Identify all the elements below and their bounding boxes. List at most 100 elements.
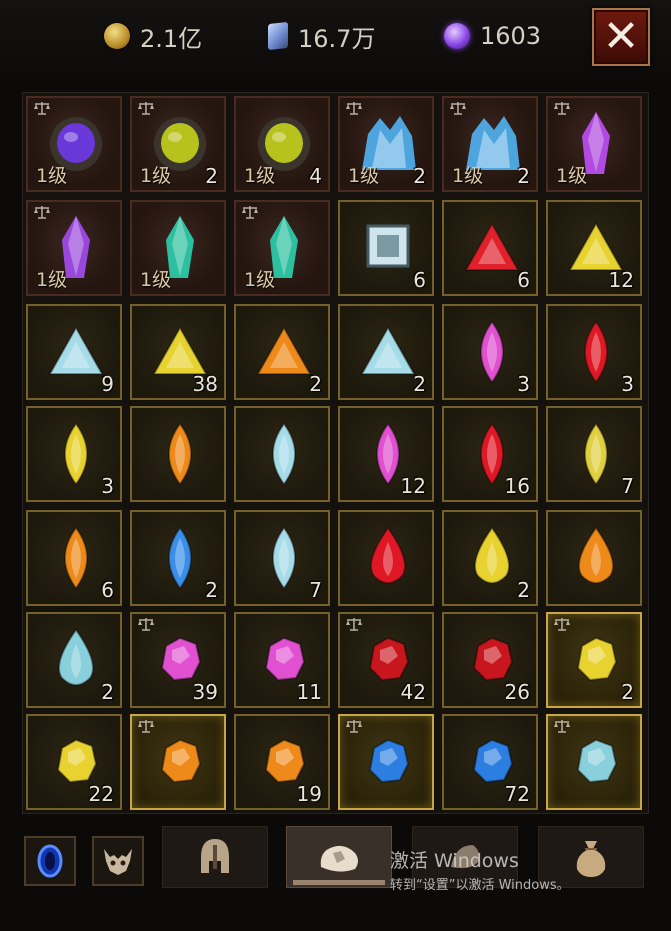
- item-count: 9: [101, 372, 114, 396]
- orange-rough-gem-icon: [160, 738, 202, 784]
- inventory-slot[interactable]: 1级 4: [234, 96, 330, 192]
- inventory-slot[interactable]: 6: [442, 200, 538, 296]
- inventory-slot[interactable]: 1级: [26, 200, 122, 296]
- orb-currency: 1603: [444, 18, 541, 54]
- inventory-slot[interactable]: 12: [338, 406, 434, 502]
- inventory-slot[interactable]: 6: [26, 510, 122, 606]
- item-count: 3: [101, 474, 114, 498]
- item-count: 2: [101, 680, 114, 704]
- item-count: 3: [517, 372, 530, 396]
- item-count: 11: [296, 680, 322, 704]
- item-count: 2: [205, 578, 218, 602]
- item-count: 42: [400, 680, 426, 704]
- inventory-slot[interactable]: [338, 714, 434, 810]
- purple-orb-icon: [444, 23, 470, 49]
- inventory-slot[interactable]: [130, 406, 226, 502]
- white-square-gem-icon: [366, 224, 410, 268]
- blue-rough-gem-icon: [368, 738, 410, 784]
- white-rough-gem-icon: [576, 738, 618, 784]
- inventory-slot[interactable]: 6: [338, 200, 434, 296]
- item-count: 2: [413, 164, 426, 188]
- inventory-slot[interactable]: 2: [442, 510, 538, 606]
- item-count: 39: [192, 680, 218, 704]
- orange-marquise-gem-icon: [168, 422, 192, 486]
- item-count: 22: [88, 782, 114, 806]
- inventory-slot[interactable]: 38: [130, 304, 226, 400]
- tradable-scale-icon: [138, 618, 154, 631]
- inventory-slot[interactable]: 3: [442, 304, 538, 400]
- inventory-slot[interactable]: 9: [26, 304, 122, 400]
- close-button[interactable]: ✕: [592, 8, 650, 66]
- item-level: 1级: [556, 165, 588, 187]
- inventory-slot[interactable]: 3: [26, 406, 122, 502]
- inventory-slot[interactable]: 12: [546, 200, 642, 296]
- item-count: 19: [296, 782, 322, 806]
- item-count: 3: [621, 372, 634, 396]
- tradable-scale-icon: [450, 102, 466, 115]
- red-teardrop-gem-icon: [370, 526, 406, 584]
- white-triangle-gem-icon: [360, 325, 416, 375]
- item-count: 6: [517, 268, 530, 292]
- item-count: 12: [608, 268, 634, 292]
- yellow-teardrop-gem-icon: [474, 526, 510, 584]
- helmet-icon: [201, 839, 229, 873]
- yellow-rough-gem-icon: [576, 636, 618, 682]
- inventory-slot[interactable]: 1级 2: [338, 96, 434, 192]
- item-count: 2: [517, 578, 530, 602]
- portal-button[interactable]: [24, 836, 76, 886]
- inventory-slot[interactable]: 2: [338, 304, 434, 400]
- inventory-slot[interactable]: [338, 510, 434, 606]
- gold-amount: 2.1亿: [140, 24, 203, 53]
- inventory-slot[interactable]: 11: [234, 612, 330, 708]
- item-count: 26: [504, 680, 530, 704]
- inventory-slot[interactable]: [546, 714, 642, 810]
- tradable-scale-icon: [34, 206, 50, 219]
- inventory-slot[interactable]: 2: [234, 304, 330, 400]
- inventory-slot[interactable]: 2: [130, 510, 226, 606]
- close-icon: ✕: [602, 11, 640, 62]
- inventory-slot[interactable]: 72: [442, 714, 538, 810]
- inventory-slot[interactable]: 1级 2: [130, 96, 226, 192]
- inventory-slot[interactable]: 39: [130, 612, 226, 708]
- inventory-slot[interactable]: 1级: [26, 96, 122, 192]
- inventory-slot[interactable]: 2: [546, 612, 642, 708]
- inventory-slot[interactable]: 42: [338, 612, 434, 708]
- inventory-slot[interactable]: 19: [234, 714, 330, 810]
- white-teardrop-gem-icon: [58, 628, 94, 686]
- inventory-slot[interactable]: [234, 406, 330, 502]
- activation-watermark-title: 激活 Windows: [390, 850, 519, 872]
- tab-equipment[interactable]: [162, 826, 268, 888]
- item-count: 7: [621, 474, 634, 498]
- yellow-marquise-gem-icon: [584, 422, 608, 486]
- inventory-slot[interactable]: [130, 714, 226, 810]
- item-level: 1级: [348, 165, 380, 187]
- item-count: 12: [400, 474, 426, 498]
- inventory-slot[interactable]: 1级 2: [442, 96, 538, 192]
- tradable-scale-icon: [554, 102, 570, 115]
- inventory-slot[interactable]: 22: [26, 714, 122, 810]
- inventory-slot[interactable]: 26: [442, 612, 538, 708]
- inventory-slot[interactable]: 2: [26, 612, 122, 708]
- white-triangle-gem-icon: [48, 325, 104, 375]
- tab-gems[interactable]: [286, 826, 392, 888]
- demon-button[interactable]: [92, 836, 144, 886]
- inventory-slot[interactable]: 1级: [546, 96, 642, 192]
- inventory-slot[interactable]: [546, 510, 642, 606]
- tradable-scale-icon: [554, 618, 570, 631]
- inventory-slot[interactable]: 16: [442, 406, 538, 502]
- inventory-slot[interactable]: 1级: [234, 200, 330, 296]
- tradable-scale-icon: [346, 720, 362, 733]
- item-level: 1级: [140, 165, 172, 187]
- inventory-slot[interactable]: 7: [234, 510, 330, 606]
- red-marquise-gem-icon: [584, 320, 608, 384]
- shard-amount: 16.7万: [298, 24, 376, 53]
- item-level: 1级: [140, 269, 172, 291]
- item-count: 72: [504, 782, 530, 806]
- inventory-slot[interactable]: 1级: [130, 200, 226, 296]
- inventory-slot[interactable]: 3: [546, 304, 642, 400]
- item-count: 6: [101, 578, 114, 602]
- white-marquise-gem-icon: [272, 526, 296, 590]
- gold-currency: 2.1亿: [104, 18, 202, 54]
- yellow-marquise-gem-icon: [64, 422, 88, 486]
- inventory-slot[interactable]: 7: [546, 406, 642, 502]
